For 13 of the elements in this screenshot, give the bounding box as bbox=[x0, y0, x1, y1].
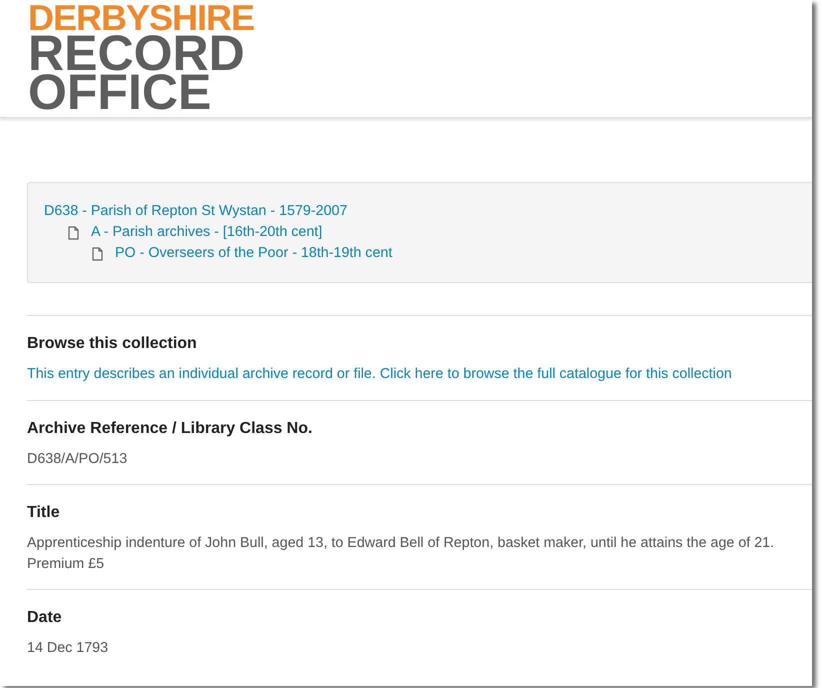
section-heading: Date bbox=[27, 608, 63, 628]
section-text: D638/A/PO/513 bbox=[27, 450, 128, 469]
breadcrumb-link[interactable]: PO - Overseers of the Poor - 18th-19th cent bbox=[115, 242, 392, 264]
browse-link[interactable]: This entry describes an individual archive record or file. Click here to browse the full catalogue for this collection bbox=[27, 364, 812, 386]
document-icon bbox=[68, 226, 79, 240]
breadcrumb-link[interactable]: D638 - Parish of Repton St Wystan - 1579-2007 bbox=[44, 200, 348, 222]
section-text: Apprenticeship indenture of John Bull, aged 13, to Edward Bell of Repton, basket maker, until he attains the age of 21. Premium £5 bbox=[27, 534, 776, 574]
section-text: 14 Dec 1793 bbox=[27, 639, 110, 658]
breadcrumb-link[interactable]: A - Parish archives - [16th-20th cent] bbox=[91, 222, 322, 244]
section-heading: Title bbox=[27, 502, 61, 522]
document-icon bbox=[92, 246, 103, 260]
section-heading: Browse this collection bbox=[27, 334, 198, 354]
section-heading: Archive Reference / Library Class No. bbox=[27, 418, 314, 438]
